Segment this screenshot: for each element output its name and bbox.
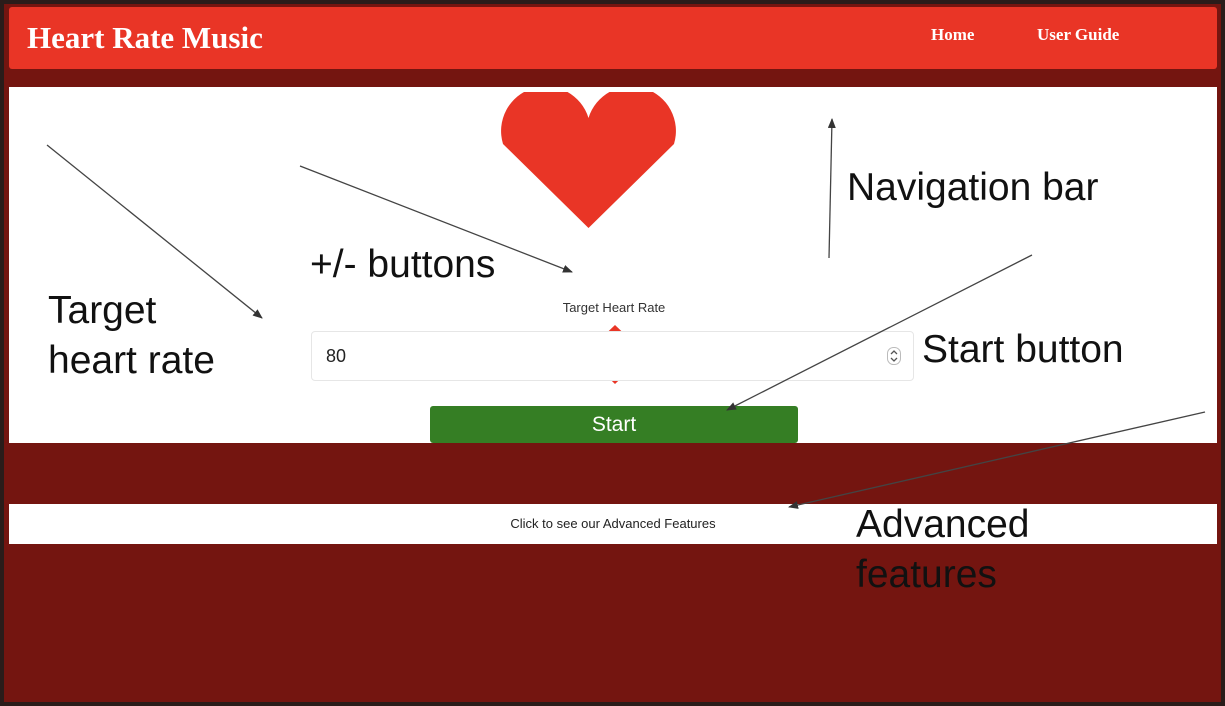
arrow-navigation-bar bbox=[827, 118, 836, 259]
arrow-target-heart-rate bbox=[46, 144, 263, 319]
annotation-arrows bbox=[46, 118, 1206, 509]
arrow-advanced-features bbox=[788, 411, 1206, 509]
arrow-plus-minus-buttons bbox=[299, 165, 573, 273]
arrow-start-button bbox=[726, 254, 1033, 411]
